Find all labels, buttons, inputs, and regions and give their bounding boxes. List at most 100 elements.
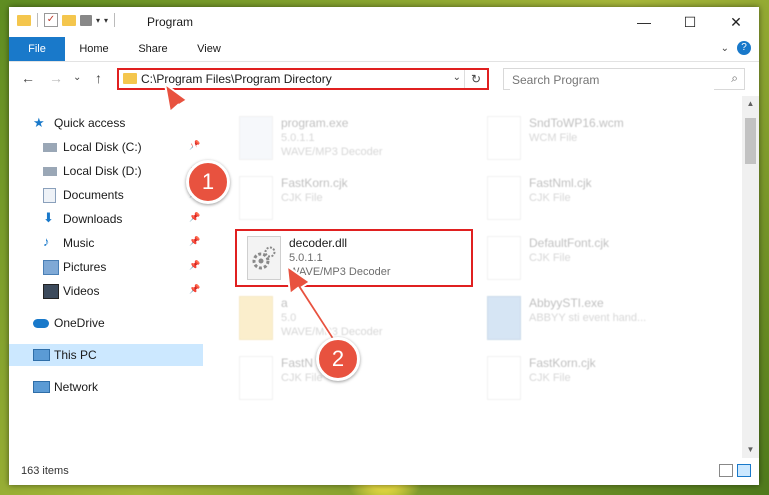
up-button[interactable]: ↑ [95, 70, 102, 86]
file-description: WAVE/MP3 Decoder [281, 146, 383, 158]
address-path[interactable]: C:\Program Files\Program Directory [141, 72, 332, 86]
file-explorer-window: ✓ ▾ ▾ Program — ☐ ✕ File Home Share View… [9, 7, 759, 485]
documents-icon [43, 188, 56, 203]
file-icon [239, 296, 273, 340]
details-view-icon[interactable] [719, 464, 733, 477]
tiles-view-icon[interactable] [737, 464, 751, 477]
sidebar-item-videos[interactable]: Videos 📌 [9, 280, 203, 302]
pin-icon[interactable]: 📌 [189, 140, 200, 151]
sidebar-item-local-disk-c[interactable]: Local Disk (C:) 📌 [9, 136, 203, 158]
folder-icon [123, 73, 137, 84]
help-icon[interactable]: ? [737, 41, 751, 55]
sidebar-item-documents[interactable]: Documents 📌 [9, 184, 203, 206]
pin-icon[interactable]: 📌 [189, 212, 200, 223]
file-description: WAVE/MP3 Decoder [281, 326, 383, 338]
tab-home[interactable]: Home [69, 37, 119, 61]
file-item[interactable]: SndToWP16.wcm WCM File [479, 112, 709, 168]
music-icon: ♪ [43, 234, 50, 249]
tab-share[interactable]: Share [125, 37, 181, 61]
tab-view[interactable]: View [187, 37, 231, 61]
pin-icon[interactable]: 📌 [189, 284, 200, 295]
window-title: Program [147, 15, 194, 29]
quick-access-dropdown-icon[interactable]: ▾ [104, 16, 108, 25]
folder-icon[interactable] [17, 14, 31, 26]
expand-ribbon-icon[interactable]: ⌄ [721, 43, 729, 54]
item-count: 163 items [21, 465, 69, 477]
ribbon-tabs: File Home Share View ⌄ ? [9, 37, 759, 62]
scrollbar-thumb[interactable] [745, 118, 756, 164]
refresh-button[interactable]: ↻ [464, 70, 487, 88]
sidebar-item-label: Quick access [54, 116, 126, 130]
pictures-icon [43, 260, 59, 275]
file-icon [239, 176, 273, 220]
star-icon: ★ [33, 115, 45, 130]
sidebar-item-label: Downloads [63, 212, 123, 226]
file-item[interactable]: program.exe 5.0.1.1 WAVE/MP3 Decoder [231, 112, 461, 168]
sidebar-item-label: OneDrive [54, 316, 105, 330]
divider [37, 13, 38, 27]
step-2-badge: 2 [316, 337, 360, 381]
tab-file[interactable]: File [9, 37, 65, 61]
file-type: CJK File [529, 192, 571, 204]
sidebar-item-downloads[interactable]: ⬇ Downloads 📌 [9, 208, 203, 230]
file-item[interactable]: FastKorn.cjk CJK File [479, 352, 709, 408]
exe-file-icon [487, 296, 521, 340]
sidebar-item-onedrive[interactable]: OneDrive [9, 312, 203, 334]
forward-button[interactable]: → [49, 70, 63, 86]
download-icon: ⬇ [43, 210, 54, 225]
file-name: FastN [281, 356, 314, 370]
chevron-down-icon[interactable]: ⌄ [453, 72, 461, 83]
recent-locations-button[interactable]: ⌄ [73, 72, 81, 83]
search-icon[interactable]: ⌕ [731, 71, 738, 86]
drive-icon [43, 167, 57, 176]
back-button[interactable]: ← [21, 70, 35, 86]
decoder-dll-highlight-box [235, 229, 473, 287]
file-name: AbbyySTI.exe [529, 296, 604, 310]
file-type: CJK File [529, 252, 571, 264]
minimize-button[interactable]: — [621, 7, 667, 37]
sidebar-item-this-pc[interactable]: This PC [9, 344, 203, 366]
file-icon [487, 176, 521, 220]
file-name: DefaultFont.cjk [529, 236, 610, 250]
scroll-up-arrow-icon[interactable]: ▲ [742, 96, 759, 112]
sidebar-item-label: Pictures [63, 260, 107, 274]
quick-access-toolbar: ✓ ▾ ▾ [17, 13, 117, 27]
maximize-button[interactable]: ☐ [667, 7, 713, 37]
close-button[interactable]: ✕ [713, 7, 759, 37]
file-name: a [281, 296, 288, 310]
file-description: ABBYY sti event hand... [529, 312, 647, 324]
sidebar-item-pictures[interactable]: Pictures 📌 [9, 256, 203, 278]
scroll-down-arrow-icon[interactable]: ▼ [742, 442, 759, 458]
file-item[interactable]: AbbyySTI.exe ABBYY sti event hand... [479, 292, 709, 348]
drive-icon [43, 143, 57, 152]
sidebar-item-label: Music [63, 236, 95, 250]
file-name: FastNml.cjk [529, 176, 592, 190]
file-item[interactable]: DefaultFont.cjk CJK File [479, 232, 709, 288]
sidebar-item-network[interactable]: Network [9, 376, 203, 398]
file-item[interactable]: FastNml.cjk CJK File [479, 172, 709, 228]
ribbon-right: ⌄ ? [721, 41, 751, 55]
pin-icon[interactable]: 📌 [189, 260, 200, 271]
cloud-icon [33, 319, 49, 328]
divider [114, 13, 116, 27]
file-item[interactable]: FastKorn.cjk CJK File [231, 172, 461, 228]
address-bar[interactable]: C:\Program Files\Program Directory ⌄ ↻ [117, 68, 489, 90]
pin-icon[interactable]: 📌 [189, 236, 200, 247]
search-box[interactable]: ⌕ [503, 68, 745, 90]
navigation-bar: ← → ⌄ ↑ C:\Program Files\Program Directo… [9, 62, 759, 96]
sidebar-item-label: Videos [63, 284, 100, 298]
exe-file-icon [239, 116, 273, 160]
properties-icon[interactable]: ✓ [44, 13, 58, 27]
step-1-badge: 1 [186, 160, 230, 204]
search-input[interactable] [510, 70, 714, 90]
new-folder-icon[interactable] [62, 14, 76, 26]
sidebar-item-quick-access[interactable]: ★ Quick access [9, 112, 203, 134]
vertical-scrollbar[interactable]: ▲ ▼ [742, 96, 759, 458]
file-name: FastKorn.cjk [281, 176, 348, 190]
customize-icon[interactable] [80, 14, 92, 26]
computer-icon [33, 349, 50, 361]
chevron-down-icon[interactable]: ▾ [96, 16, 100, 25]
sidebar-item-local-disk-d[interactable]: Local Disk (D:) 📌 [9, 160, 203, 182]
sidebar-item-music[interactable]: ♪ Music 📌 [9, 232, 203, 254]
file-name: FastKorn.cjk [529, 356, 596, 370]
